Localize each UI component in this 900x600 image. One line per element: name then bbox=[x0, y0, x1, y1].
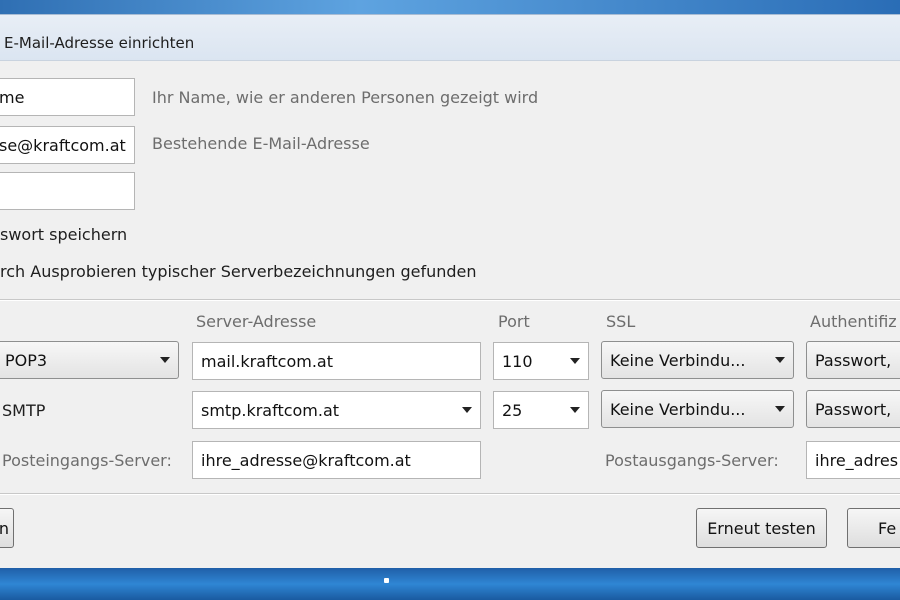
outgoing-ssl-select[interactable]: Keine Verbindu... bbox=[601, 390, 794, 428]
desktop-background-top bbox=[0, 0, 900, 14]
finish-button-label: Fe bbox=[878, 518, 897, 538]
incoming-port-value: 110 bbox=[502, 351, 533, 371]
incoming-auth-select[interactable]: Passwort, bbox=[806, 341, 900, 379]
incoming-username-input[interactable]: ihre_adresse@kraftcom.at bbox=[192, 441, 481, 479]
outgoing-ssl-value: Keine Verbindu... bbox=[610, 399, 746, 419]
outgoing-port-combo[interactable]: 25 bbox=[493, 391, 589, 429]
retest-button[interactable]: Erneut testen bbox=[696, 508, 827, 548]
col-header-ssl: SSL bbox=[606, 312, 636, 331]
incoming-ssl-value: Keine Verbindu... bbox=[610, 350, 746, 370]
window-title: E-Mail-Adresse einrichten bbox=[4, 34, 195, 52]
taskbar bbox=[0, 568, 900, 600]
incoming-protocol-select[interactable]: POP3 bbox=[0, 341, 179, 379]
incoming-username-label: Posteingangs-Server: bbox=[2, 451, 172, 470]
incoming-ssl-select[interactable]: Keine Verbindu... bbox=[601, 341, 794, 379]
chevron-down-icon bbox=[462, 407, 472, 413]
account-setup-dialog: E-Mail-Adresse einrichten me Ihr Name, w… bbox=[0, 14, 900, 568]
password-input[interactable] bbox=[0, 172, 135, 210]
outgoing-username-value: ihre_adres bbox=[815, 450, 899, 470]
outgoing-username-label: Postausgangs-Server: bbox=[605, 451, 779, 470]
outgoing-auth-value: Passwort, bbox=[815, 399, 892, 419]
incoming-auth-value: Passwort, bbox=[815, 350, 892, 370]
col-header-auth: Authentifiz bbox=[810, 312, 897, 331]
chevron-down-icon bbox=[160, 357, 170, 363]
title-bar[interactable]: E-Mail-Adresse einrichten bbox=[0, 15, 900, 61]
name-hint: Ihr Name, wie er anderen Personen gezeig… bbox=[152, 88, 539, 107]
outgoing-username-input[interactable]: ihre_adres bbox=[806, 441, 900, 479]
name-input[interactable]: me bbox=[0, 78, 135, 116]
email-input[interactable]: se@kraftcom.at bbox=[0, 126, 135, 164]
chevron-down-icon bbox=[570, 358, 580, 364]
incoming-server-input[interactable]: mail.kraftcom.at bbox=[192, 342, 481, 380]
email-input-value: se@kraftcom.at bbox=[0, 135, 126, 155]
outgoing-protocol-label: SMTP bbox=[2, 401, 46, 420]
incoming-port-combo[interactable]: 110 bbox=[493, 342, 589, 380]
col-header-port: Port bbox=[498, 312, 530, 331]
outgoing-server-combo[interactable]: smtp.kraftcom.at bbox=[192, 391, 481, 429]
outgoing-server-value: smtp.kraftcom.at bbox=[201, 400, 340, 420]
incoming-server-value: mail.kraftcom.at bbox=[201, 351, 333, 371]
retest-button-label: Erneut testen bbox=[707, 518, 816, 538]
bottom-divider bbox=[0, 493, 900, 495]
section-divider bbox=[0, 299, 900, 301]
chevron-down-icon bbox=[570, 407, 580, 413]
incoming-username-value: ihre_adresse@kraftcom.at bbox=[201, 450, 411, 470]
col-header-server-address: Server-Adresse bbox=[196, 312, 317, 331]
chevron-down-icon bbox=[775, 406, 785, 412]
incoming-protocol-value: POP3 bbox=[5, 350, 48, 370]
remember-password-label[interactable]: swort speichern bbox=[0, 225, 127, 244]
outgoing-auth-select[interactable]: Passwort, bbox=[806, 390, 900, 428]
outgoing-port-value: 25 bbox=[502, 400, 523, 420]
email-hint: Bestehende E-Mail-Adresse bbox=[152, 134, 370, 153]
name-input-value: me bbox=[0, 87, 25, 107]
left-partial-button[interactable]: n bbox=[0, 508, 14, 548]
finish-button[interactable]: Fe bbox=[847, 508, 900, 548]
chevron-down-icon bbox=[775, 357, 785, 363]
left-partial-button-label: n bbox=[0, 519, 9, 538]
status-message: rch Ausprobieren typischer Serverbezeich… bbox=[0, 262, 477, 281]
cursor-icon bbox=[384, 578, 389, 583]
